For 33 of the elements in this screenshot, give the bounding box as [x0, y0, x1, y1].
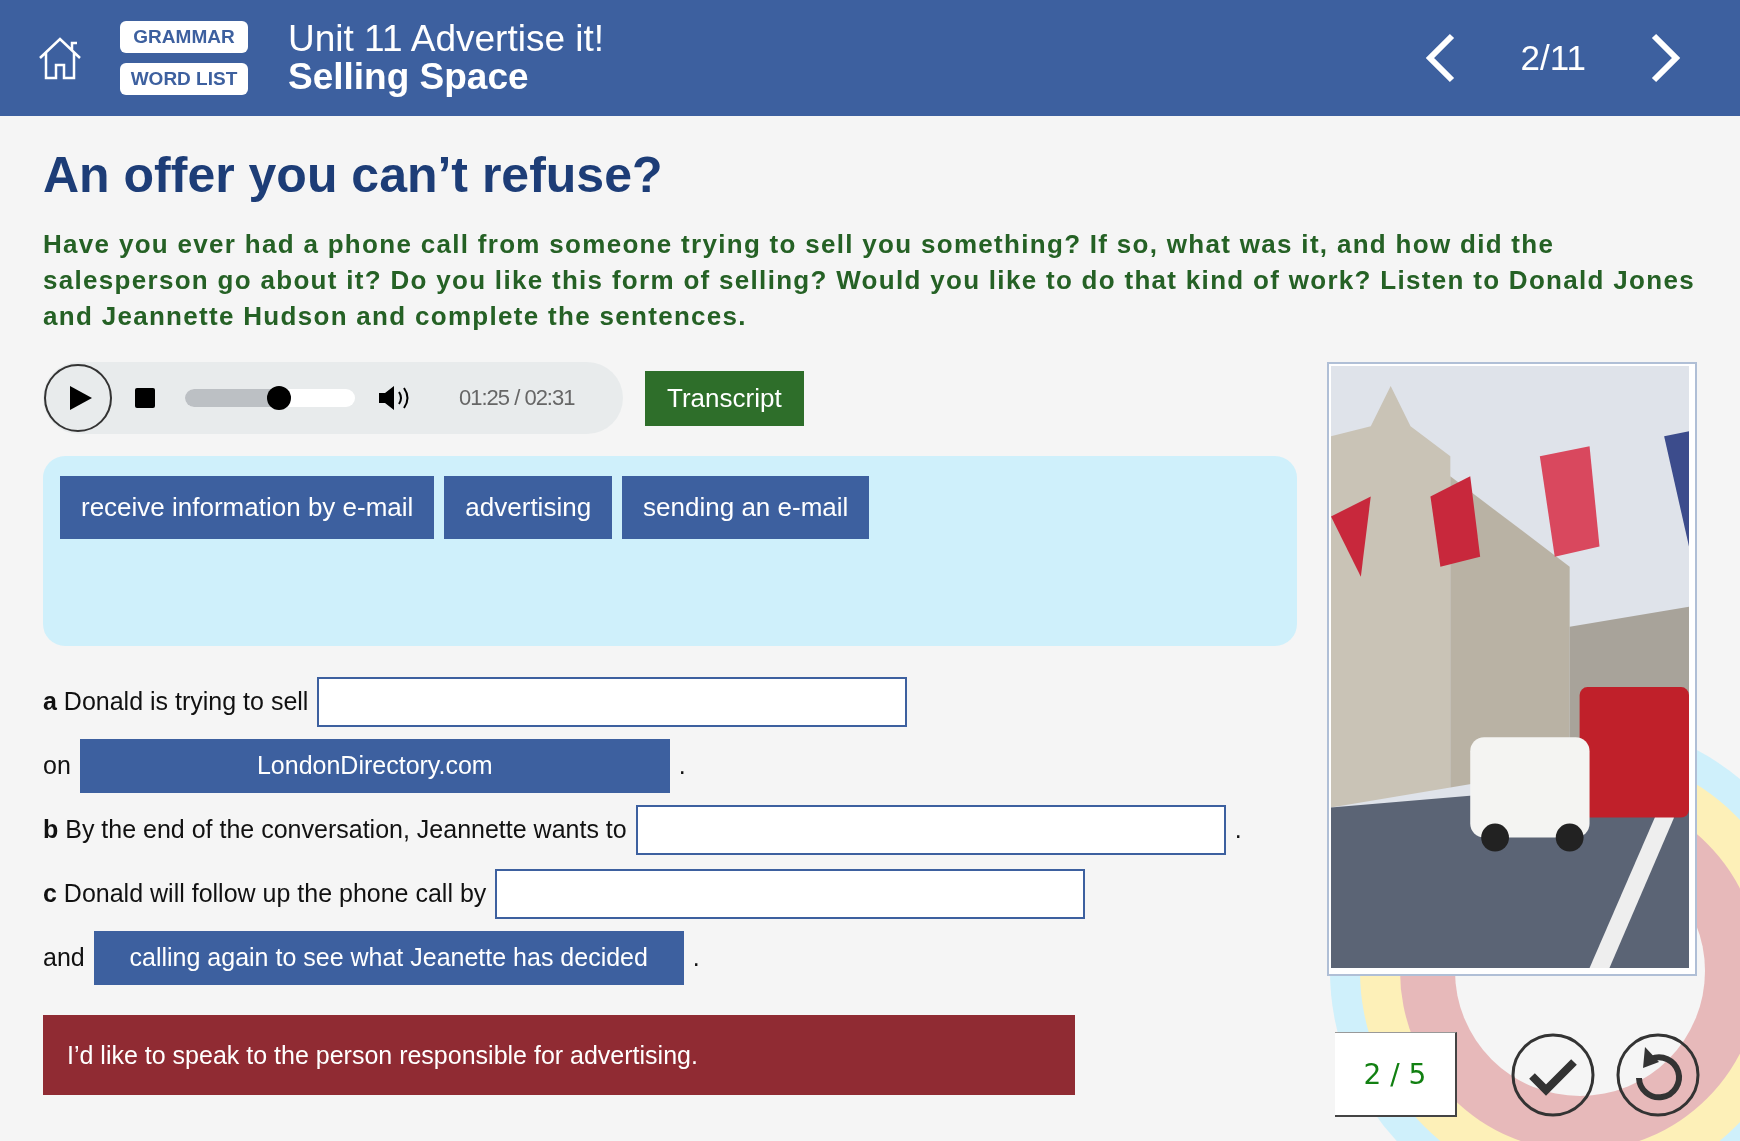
page-counter: 2/11 [1520, 38, 1586, 78]
answer-chip[interactable]: advertising [444, 476, 613, 539]
sentence-text: and [43, 943, 85, 972]
answer-chip[interactable]: sending an e-mail [622, 476, 870, 539]
answer-field[interactable] [495, 868, 1086, 919]
answer-field[interactable] [635, 804, 1226, 855]
sentence-text: . [692, 943, 700, 972]
sentence-text: a Donald is trying to sell [43, 687, 309, 716]
reset-icon[interactable] [1615, 1032, 1701, 1118]
lesson-title: Selling Space [288, 58, 530, 96]
audio-time: 01:25 / 02:31 [459, 385, 575, 411]
sentence-text: on [43, 751, 71, 780]
volume-icon[interactable] [377, 384, 411, 412]
placed-answer[interactable]: LondonDirectory.com [79, 738, 670, 793]
feedback-banner: I’d like to speak to the person responsible for advertising. [43, 1015, 1075, 1095]
answer-chip[interactable]: receive information by e-mail [60, 476, 435, 539]
sentence-text: c Donald will follow up the phone call by [43, 879, 487, 908]
instructions-text: Have you ever had a phone call from someone trying to sell you something? If so, what was it, and how did the salesperson go about it? Do you like this form of selling? Would you like to do that kind of work? Listen to Donald Jones and Jeannette Hudson and complete the sentences. [43, 228, 1696, 333]
progress-track[interactable] [185, 389, 355, 407]
unit-title: Unit 11 Advertise it! [288, 20, 605, 58]
sentence-text: b By the end of the conversation, Jeannette wants to [43, 815, 627, 844]
sentence-text: . [678, 751, 686, 780]
placed-answer[interactable]: calling again to see what Jeanette has decided [93, 930, 684, 985]
play-icon[interactable] [43, 363, 113, 433]
score-display: 2 / 5 [1335, 1032, 1457, 1117]
progress-thumb[interactable] [266, 386, 291, 410]
answer-field[interactable] [317, 676, 908, 727]
transcript-button[interactable]: Transcript [645, 370, 804, 426]
exercise-title: An offer you can’t refuse? [43, 146, 664, 204]
sentence-text: . [1234, 815, 1242, 844]
nav-pill-button[interactable]: GRAMMAR [120, 21, 248, 53]
nav-pill-button[interactable]: WORD LIST [120, 63, 248, 95]
check-icon[interactable] [1510, 1032, 1596, 1118]
